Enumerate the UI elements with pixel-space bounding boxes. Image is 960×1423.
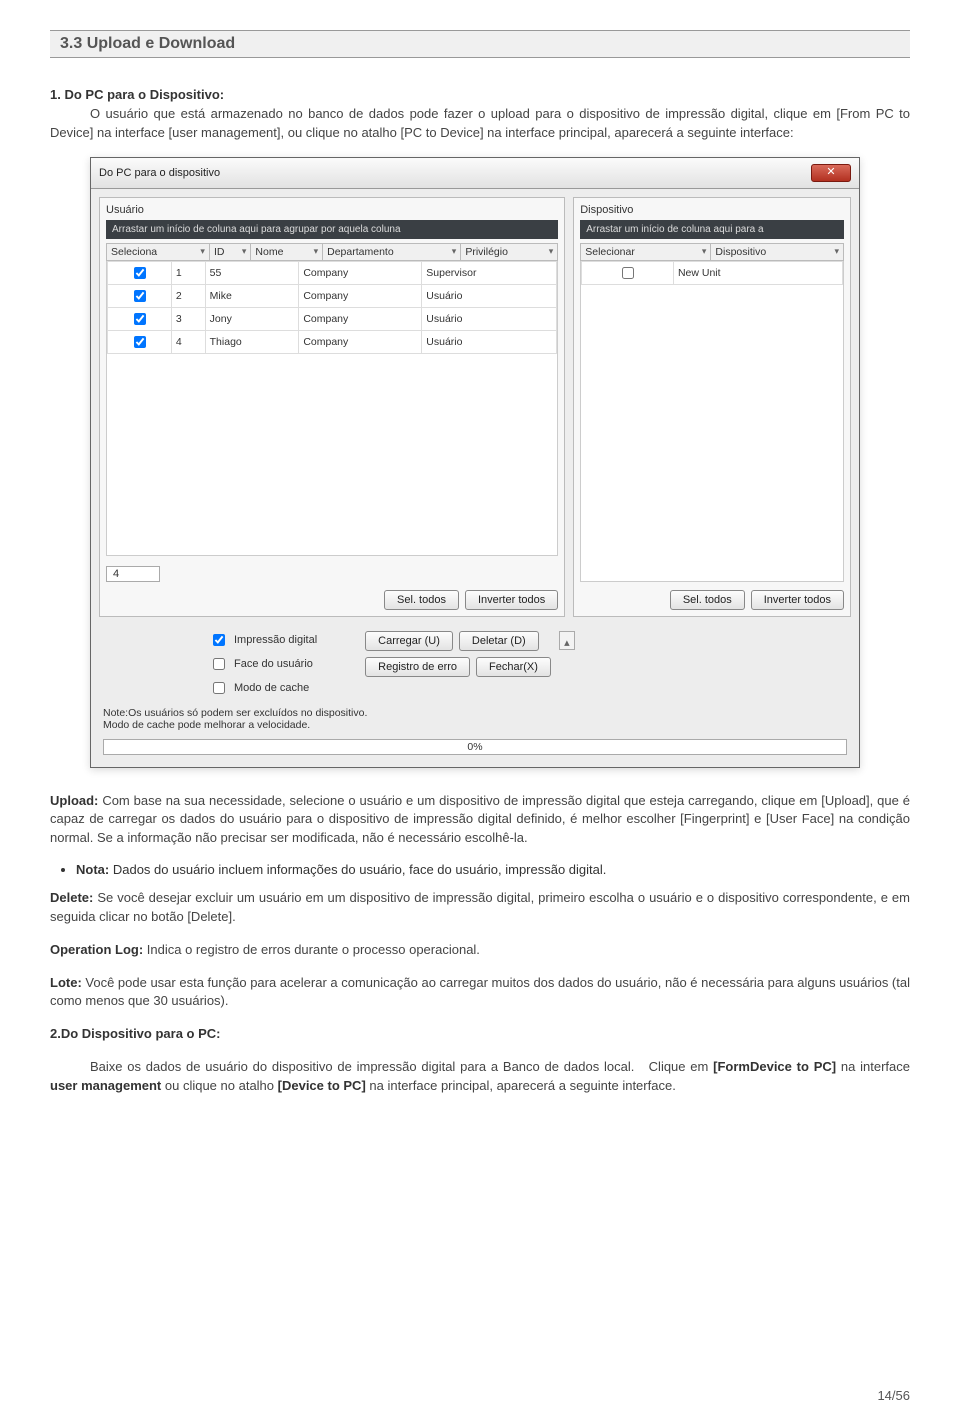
upload-dialog: Do PC para o dispositivo ✕ Usuário Arras…: [90, 157, 860, 768]
col-dev-sel[interactable]: Selecionar▾: [581, 243, 711, 260]
lote-paragraph: Lote: Você pode usar esta função para ac…: [50, 974, 910, 1012]
table-row[interactable]: 3JonyCompanyUsuário: [108, 307, 557, 330]
col-id[interactable]: ID▾: [209, 243, 250, 260]
nota-list: Nota: Nota: Dados do usuário incluem inf…: [76, 862, 910, 877]
collapse-arrow-icon[interactable]: ▴: [559, 631, 575, 650]
table-row[interactable]: 155CompanySupervisor: [108, 261, 557, 284]
progress-bar: 0%: [103, 739, 847, 755]
para1-body: O usuário que está armazenado no banco d…: [50, 106, 910, 140]
select-all-button[interactable]: Sel. todos: [384, 590, 459, 610]
close-button[interactable]: ✕: [811, 164, 851, 182]
upload-label: Upload:: [50, 793, 98, 808]
cachemode-checkbox[interactable]: Modo de cache: [209, 679, 317, 697]
paragraph-1: 1. Do PC para o Dispositivo: O usuário q…: [50, 86, 910, 143]
col-dev-name[interactable]: Dispositivo▾: [711, 243, 844, 260]
lote-label: Lote:: [50, 975, 82, 990]
lote-text: Você pode usar esta função para acelerar…: [50, 975, 910, 1009]
delete-label: Delete:: [50, 890, 93, 905]
oplog-text: Indica o registro de erros durante o pro…: [143, 942, 480, 957]
delete-button[interactable]: Deletar (D): [459, 631, 539, 651]
oplog-paragraph: Operation Log: Indica o registro de erro…: [50, 941, 910, 960]
user-panel: Usuário Arrastar um início de coluna aqu…: [99, 197, 565, 617]
dialog-title: Do PC para o dispositivo: [99, 167, 220, 179]
table-row[interactable]: 4ThiagoCompanyUsuário: [108, 330, 557, 353]
close-dialog-button[interactable]: Fechar(X): [476, 657, 551, 677]
device-panel-label: Dispositivo: [580, 204, 844, 216]
upload-text: Com base na sua necessidade, selecione o…: [50, 793, 910, 846]
oplog-label: Operation Log:: [50, 942, 143, 957]
page-number: 14/56: [877, 1388, 910, 1403]
col-dep[interactable]: Departamento▾: [323, 243, 461, 260]
dialog-titlebar: Do PC para o dispositivo ✕: [91, 158, 859, 189]
note-line-1: Note:Os usuários só podem ser excluídos …: [103, 707, 851, 719]
table-row[interactable]: 2MikeCompanyUsuário: [108, 284, 557, 307]
invert-all-button[interactable]: Inverter todos: [465, 590, 558, 610]
device-groupbar: Arrastar um início de coluna aqui para a: [580, 220, 844, 239]
note-line-2: Modo de cache pode melhorar a velocidade…: [103, 719, 851, 731]
user-panel-label: Usuário: [106, 204, 558, 216]
para1-lead: 1. Do PC para o Dispositivo:: [50, 87, 224, 102]
dev-invert-all-button[interactable]: Inverter todos: [751, 590, 844, 610]
upload-paragraph: Upload: Com base na sua necessidade, sel…: [50, 792, 910, 849]
col-priv[interactable]: Privilégio▾: [461, 243, 558, 260]
device-panel: Dispositivo Arrastar um início de coluna…: [573, 197, 851, 617]
device-table: Selecionar▾ Dispositivo▾: [580, 243, 844, 261]
row-counter: 4: [106, 566, 160, 582]
section-header: 3.3 Upload e Download: [50, 30, 910, 58]
dev-select-all-button[interactable]: Sel. todos: [670, 590, 745, 610]
table-row[interactable]: New Unit: [582, 261, 843, 284]
delete-text: Se você desejar excluir um usuário em um…: [50, 890, 910, 924]
col-sel[interactable]: Seleciona▾: [107, 243, 210, 260]
user-groupbar: Arrastar um início de coluna aqui para a…: [106, 220, 558, 239]
paragraph-2: Baixe os dados de usuário do dispositivo…: [50, 1058, 910, 1096]
nota-bullet: Nota: Nota: Dados do usuário incluem inf…: [76, 862, 910, 877]
delete-paragraph: Delete: Se você desejar excluir um usuár…: [50, 889, 910, 927]
fingerprint-checkbox[interactable]: Impressão digital: [209, 631, 317, 649]
userface-checkbox[interactable]: Face do usuário: [209, 655, 317, 673]
upload-button[interactable]: Carregar (U): [365, 631, 453, 651]
user-table: Seleciona▾ ID▾ Nome▾ Departamento▾ Privi…: [106, 243, 558, 261]
col-nome[interactable]: Nome▾: [251, 243, 323, 260]
errorlog-button[interactable]: Registro de erro: [365, 657, 470, 677]
heading-2: 2.Do Dispositivo para o PC:: [50, 1025, 910, 1044]
